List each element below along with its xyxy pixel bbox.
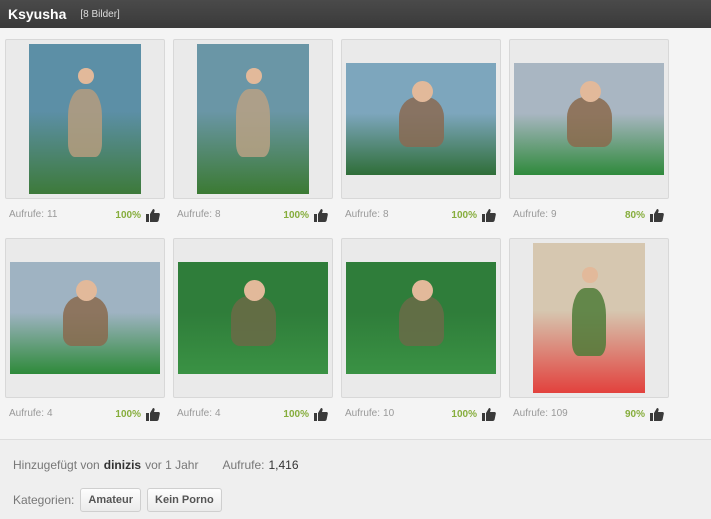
gallery-info: Hinzugefügt von dinizis vor 1 Jahr Aufru… — [13, 454, 711, 476]
thumbnail-image — [346, 63, 496, 175]
rating: 100% — [115, 206, 161, 223]
gallery-item: Aufrufe: 11 100% — [5, 39, 165, 238]
gallery-thumbnail[interactable] — [173, 238, 333, 398]
thumbnail-image — [533, 243, 645, 393]
view-count-label: Aufrufe: — [9, 209, 45, 220]
gallery-footer: Hinzugefügt von dinizis vor 1 Jahr Aufru… — [0, 440, 711, 512]
view-count-label: Aufrufe: — [513, 209, 549, 220]
gallery-title: Ksyusha — [8, 6, 67, 22]
thumbs-up-icon[interactable] — [141, 207, 161, 223]
categories-row: Kategorien: Amateur Kein Porno — [13, 488, 711, 512]
categories-label: Kategorien: — [13, 493, 75, 507]
thumbs-up-icon[interactable] — [645, 406, 665, 422]
gallery-item: Aufrufe: 4 100% — [5, 238, 165, 437]
rating-percent: 100% — [283, 209, 309, 221]
image-count: [8 Bilder] — [80, 8, 120, 20]
category-tag-amateur[interactable]: Amateur — [80, 488, 142, 512]
thumbs-up-icon[interactable] — [477, 207, 497, 223]
view-count-label: Aufrufe: — [177, 209, 213, 220]
view-count-value: 8 — [383, 209, 389, 220]
gallery-thumbnail[interactable] — [341, 39, 501, 199]
thumbs-up-icon[interactable] — [645, 207, 665, 223]
rating: 100% — [283, 206, 329, 223]
thumbnail-grid: Aufrufe: 11 100% Aufrufe: 8 100% Aufrufe: 8 100%… — [5, 39, 711, 437]
thumbnail-meta: Aufrufe: 10 100% — [341, 398, 501, 437]
thumbnail-meta: Aufrufe: 8 100% — [341, 199, 501, 238]
view-count: Aufrufe: 9 — [513, 206, 557, 220]
thumbnail-image — [10, 262, 160, 374]
rating-percent: 100% — [451, 209, 477, 221]
gallery-thumbnail[interactable] — [509, 238, 669, 398]
thumbnail-image — [197, 44, 309, 194]
rating: 100% — [451, 405, 497, 422]
rating-percent: 100% — [115, 209, 141, 221]
view-count: Aufrufe: 8 — [345, 206, 389, 220]
gallery-item: Aufrufe: 8 100% — [173, 39, 333, 238]
view-count-value: 4 — [47, 408, 53, 419]
gallery-thumbnail[interactable] — [509, 39, 669, 199]
rating: 100% — [283, 405, 329, 422]
view-count-label: Aufrufe: — [345, 209, 381, 220]
thumbs-up-icon[interactable] — [309, 207, 329, 223]
view-count: Aufrufe: 4 — [177, 405, 221, 419]
thumbnail-meta: Aufrufe: 109 90% — [509, 398, 669, 437]
rating: 100% — [115, 405, 161, 422]
category-tag-kein-porno[interactable]: Kein Porno — [147, 488, 222, 512]
gallery-item: Aufrufe: 9 80% — [509, 39, 669, 238]
gallery-header: Ksyusha [8 Bilder] — [0, 0, 711, 28]
gallery-thumbnail[interactable] — [341, 238, 501, 398]
gallery-item: Aufrufe: 109 90% — [509, 238, 669, 437]
thumbnail-meta: Aufrufe: 9 80% — [509, 199, 669, 238]
thumbnail-meta: Aufrufe: 11 100% — [5, 199, 165, 238]
thumbs-up-icon[interactable] — [309, 406, 329, 422]
added-time: vor 1 Jahr — [145, 458, 199, 472]
thumbnail-image — [178, 262, 328, 374]
view-count: Aufrufe: 109 — [513, 405, 568, 419]
view-count: Aufrufe: 11 — [9, 206, 57, 220]
view-count-value: 10 — [383, 408, 395, 419]
total-views-label: Aufrufe: — [222, 458, 265, 472]
view-count-label: Aufrufe: — [9, 408, 45, 419]
total-views-value: 1,416 — [268, 458, 299, 472]
rating-percent: 100% — [115, 408, 141, 420]
thumbnail-meta: Aufrufe: 4 100% — [173, 398, 333, 437]
thumbnail-image — [514, 63, 664, 175]
view-count: Aufrufe: 10 — [345, 405, 394, 419]
gallery: Aufrufe: 11 100% Aufrufe: 8 100% Aufrufe: 8 100%… — [0, 28, 711, 440]
rating: 80% — [625, 206, 665, 223]
thumbs-up-icon[interactable] — [141, 406, 161, 422]
gallery-thumbnail[interactable] — [173, 39, 333, 199]
thumbnail-image — [346, 262, 496, 374]
gallery-thumbnail[interactable] — [5, 39, 165, 199]
uploader-link[interactable]: dinizis — [104, 458, 141, 472]
gallery-item: Aufrufe: 10 100% — [341, 238, 501, 437]
view-count-value: 4 — [215, 408, 221, 419]
rating: 90% — [625, 405, 665, 422]
view-count: Aufrufe: 8 — [177, 206, 221, 220]
added-by-label: Hinzugefügt von — [13, 458, 100, 472]
thumbs-up-icon[interactable] — [477, 406, 497, 422]
rating-percent: 100% — [451, 408, 477, 420]
gallery-item: Aufrufe: 8 100% — [341, 39, 501, 238]
view-count-value: 11 — [47, 209, 58, 220]
view-count: Aufrufe: 4 — [9, 405, 53, 419]
thumbnail-meta: Aufrufe: 4 100% — [5, 398, 165, 437]
rating: 100% — [451, 206, 497, 223]
thumbnail-image — [29, 44, 141, 194]
view-count-label: Aufrufe: — [513, 408, 549, 419]
thumbnail-meta: Aufrufe: 8 100% — [173, 199, 333, 238]
view-count-label: Aufrufe: — [177, 408, 213, 419]
rating-percent: 90% — [624, 408, 645, 420]
view-count-label: Aufrufe: — [345, 408, 381, 419]
gallery-item: Aufrufe: 4 100% — [173, 238, 333, 437]
view-count-value: 109 — [551, 408, 568, 419]
rating-percent: 100% — [283, 408, 309, 420]
rating-percent: 80% — [624, 209, 645, 221]
view-count-value: 9 — [551, 209, 557, 220]
view-count-value: 8 — [215, 209, 221, 220]
gallery-thumbnail[interactable] — [5, 238, 165, 398]
